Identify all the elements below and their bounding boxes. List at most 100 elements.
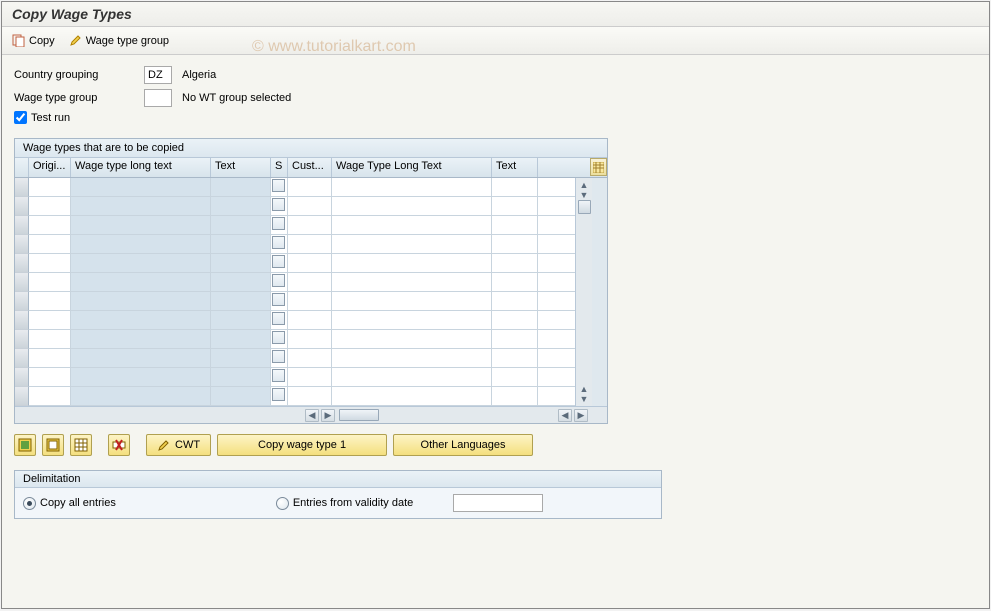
cell-s-checkbox[interactable] [271,368,288,387]
cell-origi[interactable] [29,216,71,235]
col-text1[interactable]: Text [211,158,271,177]
country-grouping-input[interactable] [144,66,172,84]
cell-longtext2[interactable] [332,273,492,292]
cell-longtext2[interactable] [332,292,492,311]
copy-all-entries-radio[interactable] [23,497,36,510]
table-row[interactable] [15,368,575,387]
hscroll-thumb[interactable] [339,409,379,421]
cell-cust[interactable] [288,216,332,235]
cell-longtext2[interactable] [332,216,492,235]
select-all-button[interactable] [14,434,36,456]
cell-text2[interactable] [492,292,538,311]
cell-origi[interactable] [29,178,71,197]
other-languages-button[interactable]: Other Languages [393,434,533,456]
cell-longtext2[interactable] [332,330,492,349]
cell-origi[interactable] [29,330,71,349]
table-row[interactable] [15,235,575,254]
row-selector[interactable] [15,273,29,292]
cell-text2[interactable] [492,368,538,387]
deselect-all-button[interactable] [42,434,64,456]
cell-text2[interactable] [492,178,538,197]
scroll-up-small-icon[interactable]: ▲ [580,384,589,394]
test-run-checkbox[interactable] [14,111,27,124]
cell-s-checkbox[interactable] [271,216,288,235]
row-selector[interactable] [15,216,29,235]
scroll-down-arrow-icon[interactable]: ▼ [580,394,589,404]
copy-button[interactable]: Copy [12,34,55,47]
cell-longtext2[interactable] [332,387,492,406]
scroll-up-arrow-icon[interactable]: ▲ [580,180,589,190]
cell-text2[interactable] [492,349,538,368]
cell-cust[interactable] [288,349,332,368]
scroll-down-small-icon[interactable]: ▼ [580,190,589,200]
cell-origi[interactable] [29,254,71,273]
cell-s-checkbox[interactable] [271,178,288,197]
row-selector[interactable] [15,387,29,406]
col-s[interactable]: S [271,158,288,177]
row-selector[interactable] [15,292,29,311]
col-text2[interactable]: Text [492,158,538,177]
row-selector[interactable] [15,349,29,368]
col-origi[interactable]: Origi... [29,158,71,177]
table-row[interactable] [15,330,575,349]
cell-text2[interactable] [492,235,538,254]
entries-from-date-radio[interactable] [276,497,289,510]
cell-text2[interactable] [492,311,538,330]
col-cust[interactable]: Cust... [288,158,332,177]
cell-s-checkbox[interactable] [271,387,288,406]
cell-s-checkbox[interactable] [271,349,288,368]
cell-longtext2[interactable] [332,197,492,216]
cell-cust[interactable] [288,368,332,387]
cell-s-checkbox[interactable] [271,254,288,273]
cell-origi[interactable] [29,311,71,330]
cell-s-checkbox[interactable] [271,197,288,216]
cell-origi[interactable] [29,349,71,368]
table-row[interactable] [15,178,575,197]
row-selector[interactable] [15,235,29,254]
wage-type-group-button[interactable]: Wage type group [69,34,169,47]
cell-cust[interactable] [288,273,332,292]
cell-origi[interactable] [29,292,71,311]
row-selector-header[interactable] [15,158,29,177]
cwt-button[interactable]: CWT [146,434,211,456]
copy-wage-type-1-button[interactable]: Copy wage type 1 [217,434,387,456]
table-row[interactable] [15,311,575,330]
cell-longtext2[interactable] [332,349,492,368]
cell-longtext2[interactable] [332,235,492,254]
row-selector[interactable] [15,330,29,349]
delete-row-button[interactable] [108,434,130,456]
validity-date-input[interactable] [453,494,543,512]
row-selector[interactable] [15,178,29,197]
col-longtext1[interactable]: Wage type long text [71,158,211,177]
cell-s-checkbox[interactable] [271,235,288,254]
row-selector[interactable] [15,254,29,273]
scroll-thumb[interactable] [578,200,591,214]
cell-longtext2[interactable] [332,178,492,197]
cell-text2[interactable] [492,254,538,273]
table-row[interactable] [15,387,575,406]
left-hscroll-left-icon[interactable]: ◀ [305,409,319,422]
row-selector[interactable] [15,311,29,330]
cell-origi[interactable] [29,387,71,406]
grid-config-button[interactable] [590,158,607,176]
cell-cust[interactable] [288,235,332,254]
cell-text2[interactable] [492,197,538,216]
cell-text2[interactable] [492,216,538,235]
cell-origi[interactable] [29,235,71,254]
grid-layout-button[interactable] [70,434,92,456]
table-row[interactable] [15,349,575,368]
cell-s-checkbox[interactable] [271,330,288,349]
row-selector[interactable] [15,197,29,216]
wage-type-group-input[interactable] [144,89,172,107]
cell-origi[interactable] [29,368,71,387]
table-row[interactable] [15,292,575,311]
row-selector[interactable] [15,368,29,387]
right-hscroll-right-icon[interactable]: ▶ [574,409,588,422]
cell-s-checkbox[interactable] [271,292,288,311]
cell-origi[interactable] [29,197,71,216]
cell-longtext2[interactable] [332,254,492,273]
cell-cust[interactable] [288,330,332,349]
cell-longtext2[interactable] [332,311,492,330]
table-row[interactable] [15,273,575,292]
cell-text2[interactable] [492,387,538,406]
